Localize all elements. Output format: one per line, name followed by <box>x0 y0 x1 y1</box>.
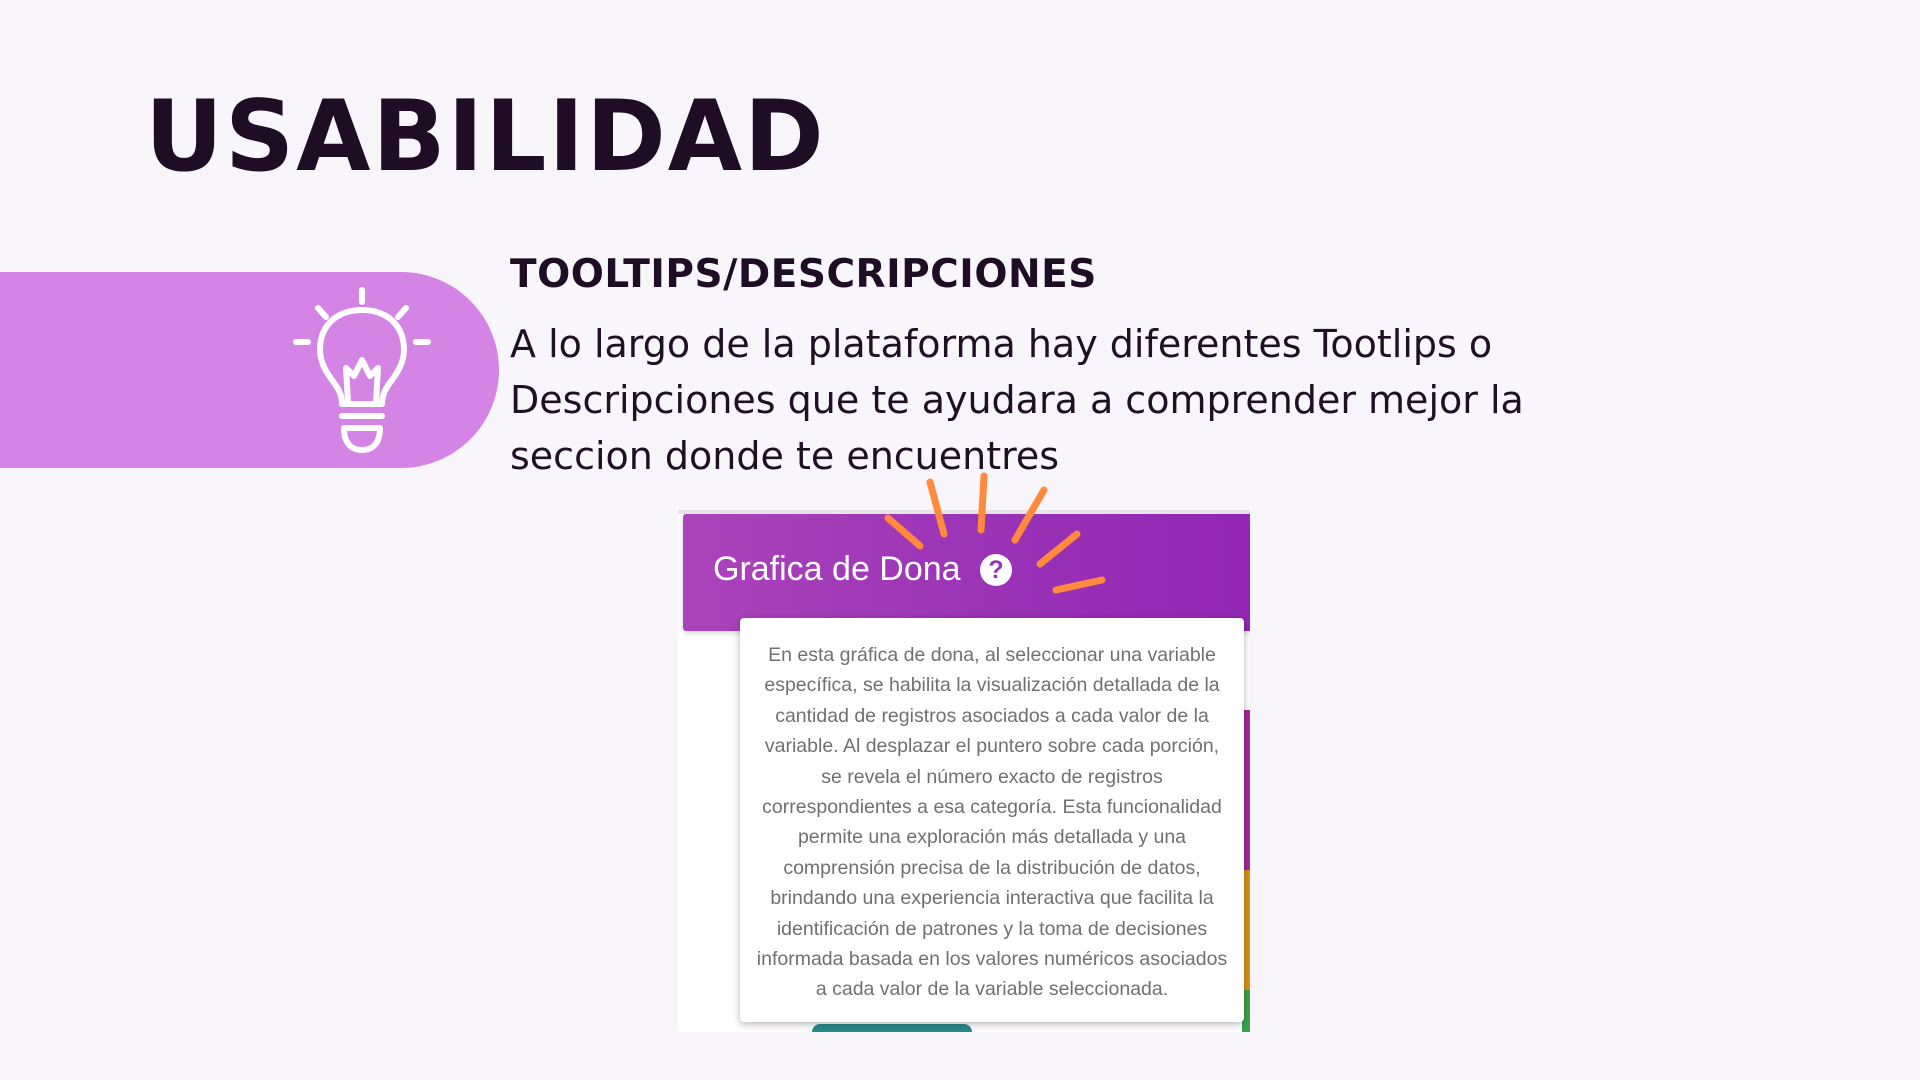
lightbulb-icon <box>293 287 431 453</box>
page-title: USABILIDAD <box>145 80 826 194</box>
widget-title: Grafica de Dona <box>713 550 961 588</box>
tooltip-text: En esta gráfica de dona, al seleccionar … <box>756 644 1228 1001</box>
section-heading: TOOLTIPS/DESCRIPCIONES <box>510 252 1097 297</box>
section-description: A lo largo de la plataforma hay diferent… <box>510 322 1524 478</box>
donut-slice-edge <box>812 1024 972 1032</box>
tooltip-popup: En esta gráfica de dona, al seleccionar … <box>740 618 1244 1022</box>
widget-header: Grafica de Dona ? <box>683 514 1250 631</box>
question-circle-icon[interactable]: ? <box>980 554 1012 586</box>
